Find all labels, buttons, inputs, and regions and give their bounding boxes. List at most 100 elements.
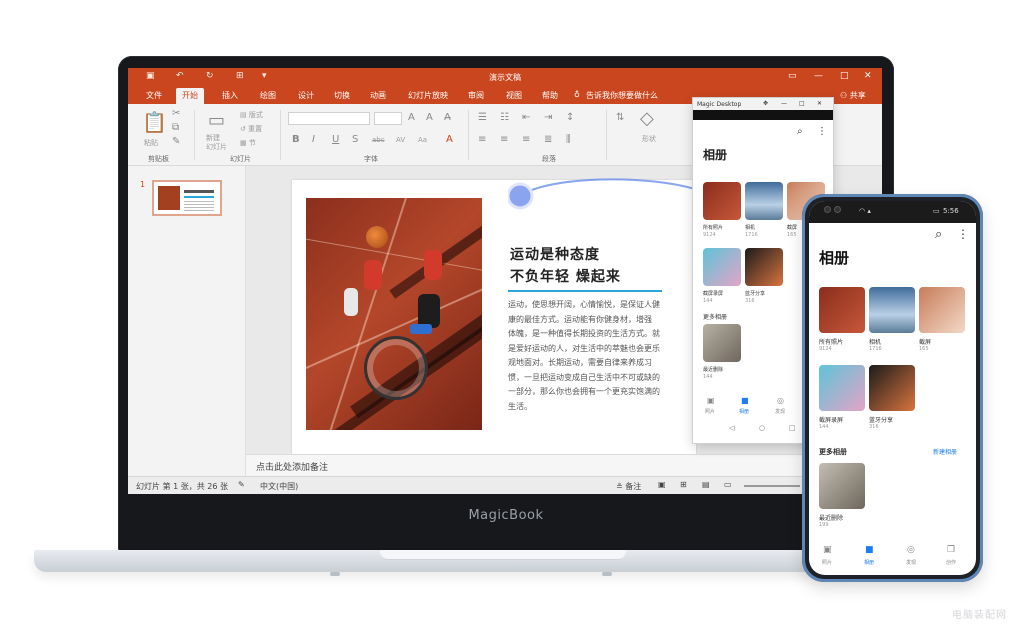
- char-spacing-button[interactable]: AV: [396, 136, 405, 144]
- strikethrough-button[interactable]: abc: [372, 136, 385, 144]
- nav-albums-icon[interactable]: ■: [865, 545, 874, 555]
- nav-discover[interactable]: 发现: [906, 559, 916, 566]
- slide-canvas[interactable]: 运动是种态度 不负年轻 燥起来 运动，使思想开阔，心情愉悦，是保证人健 康的最佳…: [292, 180, 696, 454]
- tab-draw[interactable]: 绘图: [260, 90, 276, 101]
- tell-me-search[interactable]: 告诉我你想要做什么: [586, 90, 658, 101]
- md-back-icon[interactable]: ◁: [729, 424, 734, 432]
- columns-icon[interactable]: ⫼: [566, 134, 571, 145]
- align-right-icon[interactable]: ≡: [522, 134, 530, 145]
- font-shrink-icon[interactable]: A: [426, 112, 433, 123]
- justify-icon[interactable]: ≣: [544, 134, 552, 145]
- md-album-camera[interactable]: [745, 182, 783, 220]
- nav-photos[interactable]: 照片: [822, 559, 832, 566]
- basketball: [366, 226, 388, 248]
- section-button[interactable]: ▦ 节: [240, 138, 256, 148]
- tab-home[interactable]: 开始: [176, 88, 204, 105]
- increase-indent-icon[interactable]: ⇥: [544, 112, 552, 123]
- nav-albums[interactable]: 相册: [864, 559, 874, 566]
- md-nav-discover-icon[interactable]: ◎: [777, 396, 784, 405]
- font-size-input[interactable]: [374, 112, 402, 125]
- align-left-icon[interactable]: ≡: [478, 134, 486, 145]
- tab-file[interactable]: 文件: [146, 90, 162, 101]
- copy-icon[interactable]: ⧉: [172, 122, 179, 133]
- md-nav-albums[interactable]: 相册: [739, 408, 749, 415]
- bold-button[interactable]: B: [292, 134, 300, 145]
- reset-button[interactable]: ↺ 重置: [240, 124, 262, 134]
- zoom-slider[interactable]: [744, 485, 800, 487]
- notes-button[interactable]: ≗ 备注: [616, 481, 641, 492]
- tab-animations[interactable]: 动画: [370, 90, 386, 101]
- clear-format-icon[interactable]: A̶: [444, 112, 451, 123]
- md-album-bluetooth[interactable]: [745, 248, 783, 286]
- slide-thumbnail[interactable]: [152, 180, 222, 216]
- album-recently-deleted[interactable]: [819, 463, 865, 509]
- tab-design[interactable]: 设计: [298, 90, 314, 101]
- spellcheck-icon[interactable]: ✎: [238, 480, 245, 489]
- nav-photos-icon[interactable]: ▣: [823, 545, 832, 555]
- normal-view-icon[interactable]: ▣: [658, 480, 666, 489]
- new-album-link[interactable]: 新建相册: [933, 447, 957, 456]
- md-album-recordings[interactable]: [703, 248, 741, 286]
- md-search-icon[interactable]: ⌕: [797, 126, 803, 137]
- md-album-recent[interactable]: [703, 324, 741, 362]
- tab-view[interactable]: 视图: [506, 90, 522, 101]
- md-close-icon[interactable]: ✕: [817, 100, 822, 107]
- album-recordings[interactable]: [819, 365, 865, 411]
- md-more-icon[interactable]: ⋮: [817, 126, 827, 137]
- minimize-icon[interactable]: —: [814, 71, 823, 81]
- md-minimize-icon[interactable]: —: [781, 100, 787, 107]
- numbering-icon[interactable]: ☷: [500, 112, 509, 123]
- md-nav-albums-icon[interactable]: ■: [741, 396, 749, 405]
- underline-button[interactable]: U: [332, 134, 339, 145]
- shapes-icon[interactable]: ◇: [640, 108, 654, 129]
- md-home-icon[interactable]: ○: [759, 424, 765, 432]
- slide-sorter-icon[interactable]: ⊞: [680, 480, 687, 489]
- close-icon[interactable]: ✕: [864, 71, 872, 81]
- tab-insert[interactable]: 插入: [222, 90, 238, 101]
- md-maximize-icon[interactable]: □: [799, 100, 805, 107]
- align-center-icon[interactable]: ≡: [500, 134, 508, 145]
- nav-create[interactable]: 创作: [946, 559, 956, 566]
- tab-slideshow[interactable]: 幻灯片放映: [408, 90, 448, 101]
- paste-icon[interactable]: 📋: [142, 110, 167, 134]
- line-spacing-icon[interactable]: ↕: [566, 112, 574, 123]
- change-case-button[interactable]: Aa: [418, 136, 427, 144]
- font-grow-icon[interactable]: A: [408, 112, 415, 123]
- album-camera[interactable]: [869, 287, 915, 333]
- tab-review[interactable]: 审阅: [468, 90, 484, 101]
- reading-view-icon[interactable]: ▤: [702, 480, 710, 489]
- font-name-input[interactable]: [288, 112, 370, 125]
- ribbon-display-icon[interactable]: ▭: [788, 71, 797, 81]
- font-color-icon[interactable]: A: [446, 134, 453, 145]
- shadow-button[interactable]: S: [352, 134, 358, 145]
- md-nav-photos[interactable]: 照片: [705, 408, 715, 415]
- search-icon[interactable]: ⌕: [935, 227, 942, 242]
- slideshow-icon[interactable]: ▭: [724, 480, 732, 489]
- italic-button[interactable]: I: [312, 134, 315, 145]
- notes-pane[interactable]: 点击此处添加备注: [246, 454, 882, 476]
- language-status[interactable]: 中文(中国): [260, 481, 298, 492]
- album-screenshots[interactable]: [919, 287, 965, 333]
- album-all-photos[interactable]: [819, 287, 865, 333]
- md-nav-discover[interactable]: 发现: [775, 408, 785, 415]
- nav-discover-icon[interactable]: ◎: [907, 545, 915, 555]
- nav-create-icon[interactable]: ❐: [947, 545, 955, 555]
- md-nav-photos-icon[interactable]: ▣: [707, 396, 715, 405]
- decrease-indent-icon[interactable]: ⇤: [522, 112, 530, 123]
- md-recents-icon[interactable]: □: [789, 424, 796, 432]
- share-button[interactable]: ⚇ 共享: [840, 90, 866, 101]
- album-bluetooth[interactable]: [869, 365, 915, 411]
- tab-transitions[interactable]: 切换: [334, 90, 350, 101]
- more-icon[interactable]: ⋮: [957, 227, 969, 241]
- maximize-icon[interactable]: □: [840, 71, 849, 81]
- pin-icon[interactable]: ✥: [763, 100, 768, 107]
- album-name: 截屏: [919, 339, 932, 346]
- tab-help[interactable]: 帮助: [542, 90, 558, 101]
- format-painter-icon[interactable]: ✎: [172, 136, 180, 147]
- text-direction-icon[interactable]: ⇅: [616, 112, 624, 123]
- cut-icon[interactable]: ✂: [172, 108, 180, 119]
- md-album-all[interactable]: [703, 182, 741, 220]
- bullets-icon[interactable]: ☰: [478, 112, 487, 123]
- new-slide-icon[interactable]: ▭: [208, 110, 225, 131]
- layout-button[interactable]: ▤ 版式: [240, 110, 263, 120]
